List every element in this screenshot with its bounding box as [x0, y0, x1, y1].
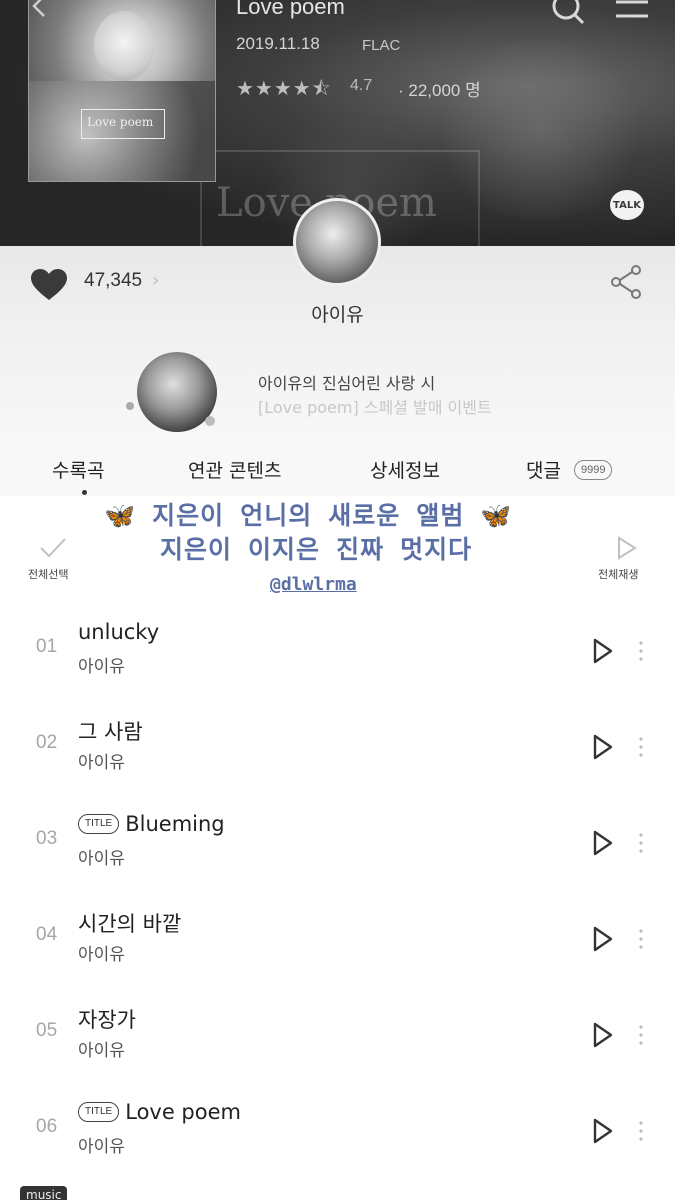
sticker-caption-line1: 🦋 지은이 언니의 새로운 앨범 🦋	[104, 501, 513, 530]
decoration-dot	[126, 402, 134, 410]
cover-title: Love poem	[87, 115, 154, 129]
play-icon[interactable]	[616, 536, 638, 560]
sticker-handle: @dlwlrma	[270, 574, 357, 595]
more-options-icon[interactable]	[638, 928, 644, 950]
play-icon[interactable]	[592, 926, 614, 952]
content-tabs: 수록곡 연관 콘텐츠 상세정보 댓글 9999	[0, 436, 675, 496]
album-format: FLAC	[362, 37, 401, 54]
track-number: 06	[36, 1116, 58, 1137]
checkmark-icon[interactable]	[38, 536, 68, 560]
more-options-icon[interactable]	[638, 640, 644, 662]
track-artist: 아이유	[78, 753, 125, 773]
sticker-caption-line2: 지은이 이지은 진짜 멋지다	[160, 535, 473, 564]
more-options-icon[interactable]	[638, 1120, 644, 1142]
track-title: 그 사람	[78, 720, 143, 744]
track-artist: 아이유	[78, 849, 125, 869]
track-number: 03	[36, 828, 58, 849]
artist-name[interactable]: 아이유	[0, 300, 675, 327]
rating-stars[interactable]: ★★★★⯪	[236, 74, 332, 108]
tab-details[interactable]: 상세정보	[370, 456, 440, 483]
play-icon[interactable]	[592, 638, 614, 664]
track-number: 01	[36, 636, 58, 657]
artist-avatar[interactable]	[293, 198, 381, 286]
event-subline: [Love poem] 스페셜 발매 이벤트	[258, 398, 492, 417]
chevron-right-icon: ›	[152, 270, 160, 291]
track-title-row: 자장가	[78, 1004, 136, 1034]
album-release-date: 2019.11.18	[236, 34, 320, 53]
rating-count: · 22,000 명	[398, 81, 481, 100]
title-track-badge: TITLE	[78, 814, 120, 834]
track-title-row: 시간의 바깥	[78, 908, 181, 938]
track-row[interactable]: 03 TITLE Blueming 아이유	[0, 798, 675, 894]
track-row[interactable]: 02 그 사람 아이유	[0, 702, 675, 798]
track-title-row: TITLE Blueming	[78, 812, 225, 836]
track-artist: 아이유	[78, 657, 125, 677]
back-icon[interactable]	[30, 0, 50, 18]
event-banner[interactable]: 아이유의 진심어린 사랑 시 [Love poem] 스페셜 발매 이벤트	[0, 350, 675, 436]
track-title: unlucky	[78, 620, 160, 644]
track-artist: 아이유	[78, 1137, 125, 1157]
track-artist: 아이유	[78, 945, 125, 965]
like-count[interactable]: 47,345	[84, 270, 142, 292]
tab-tracks[interactable]: 수록곡	[52, 456, 104, 483]
tab-comments[interactable]: 댓글	[526, 456, 561, 483]
track-title: 시간의 바깥	[78, 912, 182, 936]
decoration-dot	[205, 416, 215, 426]
select-all-button[interactable]: 전체선택	[28, 566, 68, 582]
track-title: Blueming	[125, 812, 225, 836]
more-options-icon[interactable]	[638, 832, 644, 854]
album-cover[interactable]: Love poem	[28, 0, 216, 182]
track-title: Love poem	[125, 1100, 241, 1124]
track-title-row: TITLE Love poem	[78, 1100, 241, 1124]
more-options-icon[interactable]	[638, 1024, 644, 1046]
track-number: 02	[36, 732, 58, 753]
search-icon[interactable]	[550, 0, 586, 26]
track-title-row: 그 사람	[78, 716, 143, 746]
cover-portrait	[94, 11, 154, 81]
track-artist: 아이유	[78, 1041, 125, 1061]
play-all-button[interactable]: 전체재생	[598, 566, 638, 582]
rating-value: 4.7	[350, 77, 373, 94]
talk-label: TALK	[613, 199, 641, 211]
track-title-row: unlucky	[78, 620, 159, 644]
play-icon[interactable]	[592, 1118, 614, 1144]
event-headline: 아이유의 진심어린 사랑 시	[258, 374, 436, 393]
track-number: 04	[36, 924, 58, 945]
share-icon[interactable]	[608, 264, 644, 300]
kakao-talk-icon[interactable]: TALK	[610, 190, 644, 220]
track-row[interactable]: 05 자장가 아이유	[0, 990, 675, 1086]
comment-count-badge: 9999	[574, 460, 613, 480]
album-title: Love poem	[236, 0, 345, 19]
album-page: Love poem Love poem Love poem 2019.11.18…	[0, 0, 675, 1200]
heart-icon[interactable]	[30, 268, 68, 302]
tab-related-contents[interactable]: 연관 콘텐츠	[188, 456, 281, 483]
track-number: 05	[36, 1020, 58, 1041]
more-options-icon[interactable]	[638, 736, 644, 758]
play-icon[interactable]	[592, 1022, 614, 1048]
play-icon[interactable]	[592, 734, 614, 760]
menu-icon[interactable]	[614, 0, 650, 24]
play-icon[interactable]	[592, 830, 614, 856]
track-row[interactable]: 01 unlucky 아이유	[0, 606, 675, 702]
track-row[interactable]: 06 TITLE Love poem 아이유	[0, 1086, 675, 1182]
track-title: 자장가	[78, 1008, 136, 1032]
title-track-badge: TITLE	[78, 1102, 120, 1122]
active-tab-indicator	[82, 490, 87, 495]
music-tag: music	[20, 1186, 68, 1200]
track-row[interactable]: 04 시간의 바깥 아이유	[0, 894, 675, 990]
